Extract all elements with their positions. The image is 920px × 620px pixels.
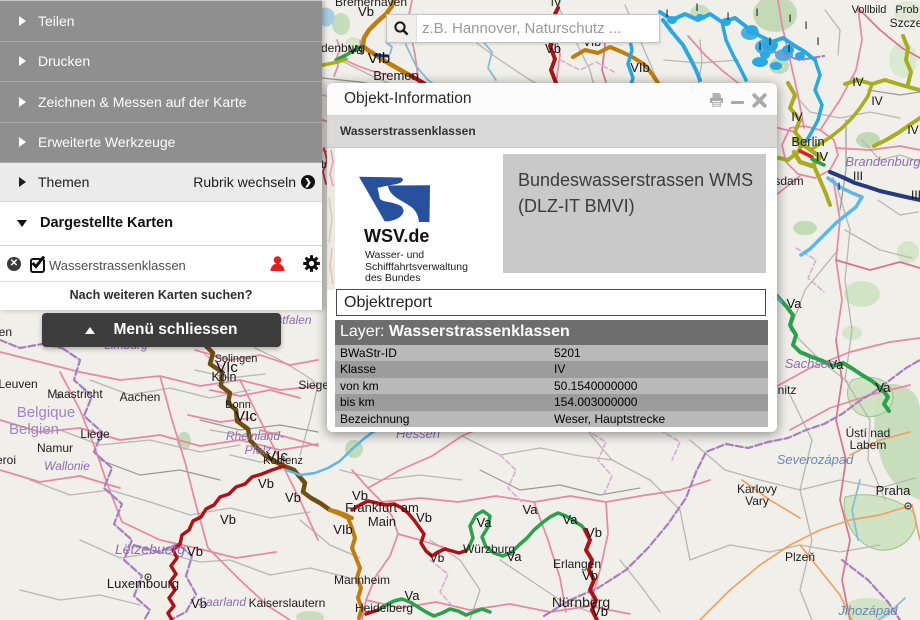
- svg-text:I: I: [837, 181, 840, 193]
- svg-text:Solingen: Solingen: [215, 353, 258, 365]
- svg-text:Praha: Praha: [876, 483, 911, 498]
- svg-text:Bonn: Bonn: [225, 399, 251, 411]
- svg-text:VIb: VIb: [630, 60, 650, 75]
- svg-text:Köln: Köln: [211, 370, 236, 384]
- svg-text:Va: Va: [563, 512, 579, 527]
- svg-text:eroi: eroi: [0, 453, 16, 467]
- svg-text:Va: Va: [477, 515, 493, 530]
- svg-text:I: I: [804, 20, 807, 32]
- svg-text:I: I: [758, 41, 761, 53]
- svg-text:Vb: Vb: [220, 512, 236, 527]
- svg-text:pen: pen: [0, 325, 12, 339]
- svg-text:Frankfurt am: Frankfurt am: [345, 500, 419, 515]
- svg-text:Mannheim: Mannheim: [334, 573, 390, 587]
- svg-text:Belgique: Belgique: [17, 404, 75, 421]
- svg-text:Leuven: Leuven: [0, 377, 38, 391]
- svg-text:Saarland: Saarland: [198, 595, 246, 609]
- svg-text:I: I: [755, 7, 758, 19]
- svg-text:IV: IV: [791, 110, 802, 124]
- svg-text:Heidelberg: Heidelberg: [355, 601, 413, 615]
- svg-text:Brandenburg: Brandenburg: [845, 154, 920, 169]
- svg-text:Kaiserslautern: Kaiserslautern: [249, 596, 326, 610]
- svg-text:Vary: Vary: [745, 494, 769, 508]
- svg-text:Va: Va: [876, 380, 892, 395]
- svg-text:Vb: Vb: [430, 551, 445, 565]
- svg-text:Plzeň: Plzeň: [785, 550, 815, 564]
- svg-text:I: I: [726, 11, 729, 23]
- svg-text:Liège: Liège: [80, 427, 110, 441]
- svg-text:Lëtzebuerg: Lëtzebuerg: [115, 541, 185, 557]
- svg-text:Labem: Labem: [850, 438, 887, 452]
- svg-text:Würzburg: Würzburg: [463, 542, 515, 556]
- svg-text:Aachen: Aachen: [120, 390, 161, 404]
- svg-text:Erlangen: Erlangen: [553, 557, 601, 571]
- svg-text:Rheinland-: Rheinland-: [226, 429, 284, 443]
- svg-text:IV: IV: [852, 75, 863, 89]
- svg-text:Vb: Vb: [285, 490, 301, 505]
- svg-text:Va: Va: [523, 502, 539, 517]
- svg-text:Namur: Namur: [37, 441, 73, 455]
- svg-text:Sachsen: Sachsen: [785, 356, 836, 371]
- svg-text:Berlin: Berlin: [791, 134, 824, 149]
- svg-text:Vb: Vb: [586, 525, 602, 540]
- svg-text:Bremen: Bremen: [373, 68, 419, 83]
- svg-text:III: III: [911, 188, 920, 202]
- svg-text:Severozápad: Severozápad: [777, 452, 854, 467]
- svg-text:Vb: Vb: [258, 476, 274, 491]
- svg-text:VIb: VIb: [333, 522, 353, 537]
- svg-text:I: I: [665, 8, 668, 20]
- svg-text:Szcze: Szcze: [890, 16, 920, 30]
- svg-text:Va: Va: [787, 296, 803, 311]
- svg-text:Prob: Prob: [895, 4, 918, 16]
- svg-text:Jihozápad: Jihozápad: [837, 603, 898, 618]
- svg-text:IV: IV: [871, 94, 882, 108]
- svg-text:IV: IV: [816, 149, 829, 164]
- svg-text:Nürnberg: Nürnberg: [552, 594, 610, 610]
- svg-text:Belgien: Belgien: [9, 421, 59, 438]
- svg-text:I: I: [816, 36, 819, 48]
- svg-text:IV: IV: [551, 0, 562, 9]
- svg-text:I: I: [695, 2, 698, 14]
- svg-text:Luxembourg: Luxembourg: [107, 576, 179, 591]
- svg-text:Vollbild: Vollbild: [852, 4, 887, 16]
- svg-text:III: III: [853, 169, 863, 183]
- svg-text:IV: IV: [907, 123, 918, 137]
- svg-text:I: I: [787, 43, 790, 55]
- svg-text:I: I: [768, 36, 771, 48]
- svg-text:Vb: Vb: [187, 544, 203, 559]
- svg-text:VIb: VIb: [368, 50, 391, 67]
- svg-text:Pfalz: Pfalz: [245, 443, 272, 457]
- svg-text:Wallonie: Wallonie: [44, 459, 90, 473]
- svg-text:I: I: [788, 13, 791, 25]
- svg-text:Maastricht: Maastricht: [47, 387, 103, 401]
- svg-text:Main: Main: [368, 514, 396, 529]
- svg-text:Bremerhaven: Bremerhaven: [335, 0, 407, 9]
- svg-text:Vb: Vb: [545, 41, 561, 56]
